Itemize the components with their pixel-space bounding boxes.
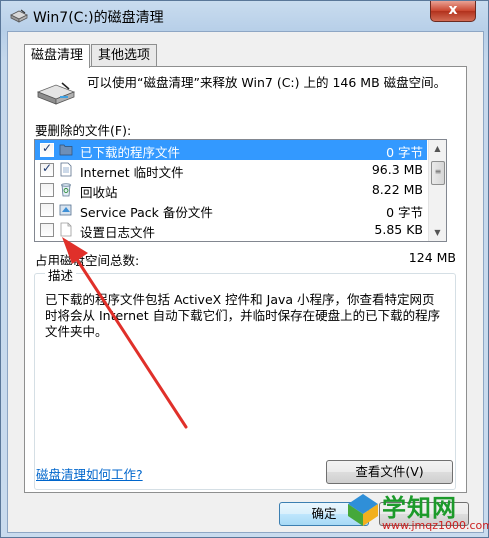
tab-more-options[interactable]: 其他选项 bbox=[91, 44, 158, 67]
window-title: Win7(C:)的磁盘清理 bbox=[33, 10, 164, 26]
disk-cleanup-icon bbox=[10, 9, 28, 23]
folder-icon bbox=[59, 144, 73, 156]
title-bar[interactable]: Win7(C:)的磁盘清理 x bbox=[1, 1, 488, 31]
file-row-downloaded-programs[interactable]: 已下载的程序文件 0 字节 bbox=[35, 140, 427, 160]
watermark-text: 学知网 bbox=[382, 494, 457, 522]
watermark-logo-icon bbox=[348, 494, 378, 526]
total-space-value: 124 MB bbox=[408, 250, 456, 265]
file-size: 5.85 KB bbox=[374, 222, 423, 237]
file-name: 设置日志文件 bbox=[80, 225, 156, 240]
tab-panel: 可以使用“磁盘清理”来释放 Win7 (C:) 上的 146 MB 磁盘空间。 … bbox=[24, 66, 467, 493]
file-name: Service Pack 备份文件 bbox=[80, 205, 213, 220]
file-row-setup-log[interactable]: 设置日志文件 5.85 KB bbox=[35, 220, 427, 240]
disk-cleanup-window: Win7(C:)的磁盘清理 x 磁盘清理 其他选项 可以使用“磁盘清理”来释放 … bbox=[0, 0, 489, 538]
hard-drive-icon bbox=[36, 82, 76, 105]
checkbox-setup-log[interactable] bbox=[40, 223, 54, 237]
checkbox-recycle-bin[interactable] bbox=[40, 183, 54, 197]
file-size: 96.3 MB bbox=[371, 162, 423, 177]
file-row-internet-temp[interactable]: Internet 临时文件 96.3 MB bbox=[35, 160, 427, 180]
close-button[interactable]: x bbox=[430, 1, 476, 22]
description-group: 描述 已下载的程序文件包括 ActiveX 控件和 Java 小程序，你查看特定… bbox=[34, 265, 456, 490]
checkbox-internet-temp[interactable] bbox=[40, 161, 54, 177]
file-name: 回收站 bbox=[80, 185, 118, 200]
file-row-recycle-bin[interactable]: 回收站 8.22 MB bbox=[35, 180, 427, 200]
intro-text: 可以使用“磁盘清理”来释放 Win7 (C:) 上的 146 MB 磁盘空间。 bbox=[87, 75, 447, 90]
scroll-down-button[interactable]: ▼ bbox=[430, 225, 445, 240]
file-size: 8.22 MB bbox=[371, 182, 423, 197]
watermark-url: www.jmqz1000.com bbox=[382, 519, 489, 532]
file-size: 0 字节 bbox=[386, 145, 423, 160]
blank-file-icon bbox=[60, 222, 72, 237]
files-to-delete-label: 要删除的文件(F): bbox=[35, 123, 132, 138]
dialog-client-area: 磁盘清理 其他选项 可以使用“磁盘清理”来释放 Win7 (C:) 上的 146… bbox=[7, 31, 484, 533]
how-disk-cleanup-works-link[interactable]: 磁盘清理如何工作? bbox=[36, 464, 143, 483]
watermark: 学知网 www.jmqz1000.com bbox=[346, 488, 489, 538]
file-name: 已下载的程序文件 bbox=[80, 145, 181, 160]
tab-disk-cleanup[interactable]: 磁盘清理 bbox=[24, 44, 91, 68]
description-title: 描述 bbox=[45, 265, 77, 284]
service-pack-icon bbox=[59, 204, 72, 216]
files-list-scrollbar[interactable]: ▲ ≡ ▼ bbox=[428, 140, 446, 241]
document-lock-icon bbox=[60, 162, 72, 177]
scroll-up-button[interactable]: ▲ bbox=[430, 141, 445, 156]
recycle-bin-icon bbox=[61, 183, 71, 197]
description-text: 已下载的程序文件包括 ActiveX 控件和 Java 小程序，你查看特定网页时… bbox=[45, 292, 441, 339]
checkbox-downloaded-programs[interactable] bbox=[40, 141, 54, 157]
file-size: 0 字节 bbox=[386, 205, 423, 220]
view-files-button[interactable]: 查看文件(V) bbox=[326, 460, 453, 484]
checkbox-service-pack[interactable] bbox=[40, 203, 54, 217]
files-to-delete-list[interactable]: 已下载的程序文件 0 字节 Internet 临时文件 96.3 MB bbox=[34, 139, 447, 242]
file-name: Internet 临时文件 bbox=[80, 165, 184, 180]
file-row-service-pack[interactable]: Service Pack 备份文件 0 字节 bbox=[35, 200, 427, 220]
scroll-thumb[interactable]: ≡ bbox=[431, 161, 445, 185]
